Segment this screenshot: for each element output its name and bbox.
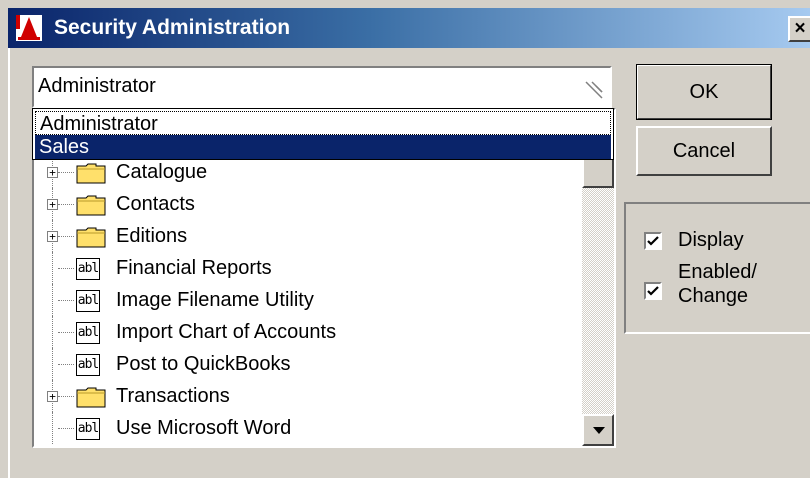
display-label: Display <box>678 229 744 251</box>
scroll-down-button[interactable] <box>582 414 614 446</box>
tree-row-label: Contacts <box>116 193 195 215</box>
window-frame-left <box>8 48 10 478</box>
tree-row[interactable]: + Editions <box>34 220 584 252</box>
tree-row-label: Post to QuickBooks <box>116 353 291 375</box>
tree-connector-line <box>52 412 53 444</box>
tree-row[interactable]: + Transactions <box>34 380 584 412</box>
security-administration-window: Security Administration × + Catalogue + Con… <box>0 0 810 478</box>
enabled-change-label: Enabled/ Change <box>678 261 757 307</box>
expand-icon[interactable]: + <box>47 199 58 210</box>
tree-row-label: Transactions <box>116 385 230 407</box>
tree-row[interactable]: abl Image Filename Utility <box>34 284 584 316</box>
tree-connector-line <box>58 428 74 429</box>
dropdown-option-sales[interactable]: Sales <box>35 135 611 159</box>
tree-connector-line <box>58 236 74 237</box>
combo-value: Administrator <box>38 75 156 97</box>
close-button[interactable]: × <box>788 16 810 42</box>
folder-icon <box>76 195 106 216</box>
tree-row[interactable]: abl Import Chart of Accounts <box>34 316 584 348</box>
tree-connector-line <box>52 284 53 316</box>
tree-connector-line <box>58 364 74 365</box>
expand-icon[interactable]: + <box>47 391 58 402</box>
form-icon: abl <box>76 290 100 312</box>
form-icon: abl <box>76 322 100 344</box>
combo-dropdown-list: Administrator Sales <box>32 108 614 160</box>
folder-icon <box>76 387 106 408</box>
tree-row-label: Import Chart of Accounts <box>116 321 337 343</box>
tree-connector-line <box>58 300 74 301</box>
tree-row[interactable]: abl Post to QuickBooks <box>34 348 584 380</box>
form-icon: abl <box>76 418 100 440</box>
expand-icon[interactable]: + <box>47 167 58 178</box>
tree-connector-line <box>52 316 53 348</box>
tree-connector-line <box>58 172 74 173</box>
cancel-button[interactable]: Cancel <box>636 126 772 176</box>
resize-grip-icon <box>585 81 603 99</box>
tree-connector-line <box>58 268 74 269</box>
tree-connector-line <box>52 252 53 284</box>
dropdown-option-administrator[interactable]: Administrator <box>35 111 611 135</box>
form-icon: abl <box>76 258 100 280</box>
enabled-change-checkbox[interactable] <box>644 282 662 300</box>
folder-icon <box>76 163 106 184</box>
tree-connector-line <box>52 348 53 380</box>
tree-row[interactable]: abl Financial Reports <box>34 252 584 284</box>
title-bar[interactable]: Security Administration × <box>8 8 810 48</box>
permissions-group: Display Enabled/ Change <box>624 202 810 334</box>
app-logo-icon <box>16 15 42 41</box>
tree-row-label: Catalogue <box>116 161 208 183</box>
tree-row-label: Financial Reports <box>116 257 272 279</box>
user-group-combo[interactable]: Administrator <box>32 66 612 108</box>
folder-icon <box>76 227 106 248</box>
display-checkbox[interactable] <box>644 232 662 250</box>
tree-row[interactable]: + Contacts <box>34 188 584 220</box>
checkmark-icon <box>647 286 659 296</box>
checkmark-icon <box>647 236 659 246</box>
tree-row[interactable]: + Catalogue <box>34 156 584 188</box>
tree-row-label: Use Microsoft Word <box>116 417 292 439</box>
expand-icon[interactable]: + <box>47 231 58 242</box>
tree-row[interactable]: abl Use Microsoft Word <box>34 412 584 444</box>
tree-connector-line <box>58 204 74 205</box>
ok-button[interactable]: OK <box>636 64 772 120</box>
tree-row-label: Editions <box>116 225 188 247</box>
tree-row-label: Image Filename Utility <box>116 289 314 311</box>
form-icon: abl <box>76 354 100 376</box>
tree-connector-line <box>58 396 74 397</box>
tree-connector-line <box>58 332 74 333</box>
arrow-down-icon <box>593 427 605 434</box>
window-title: Security Administration <box>54 16 291 39</box>
